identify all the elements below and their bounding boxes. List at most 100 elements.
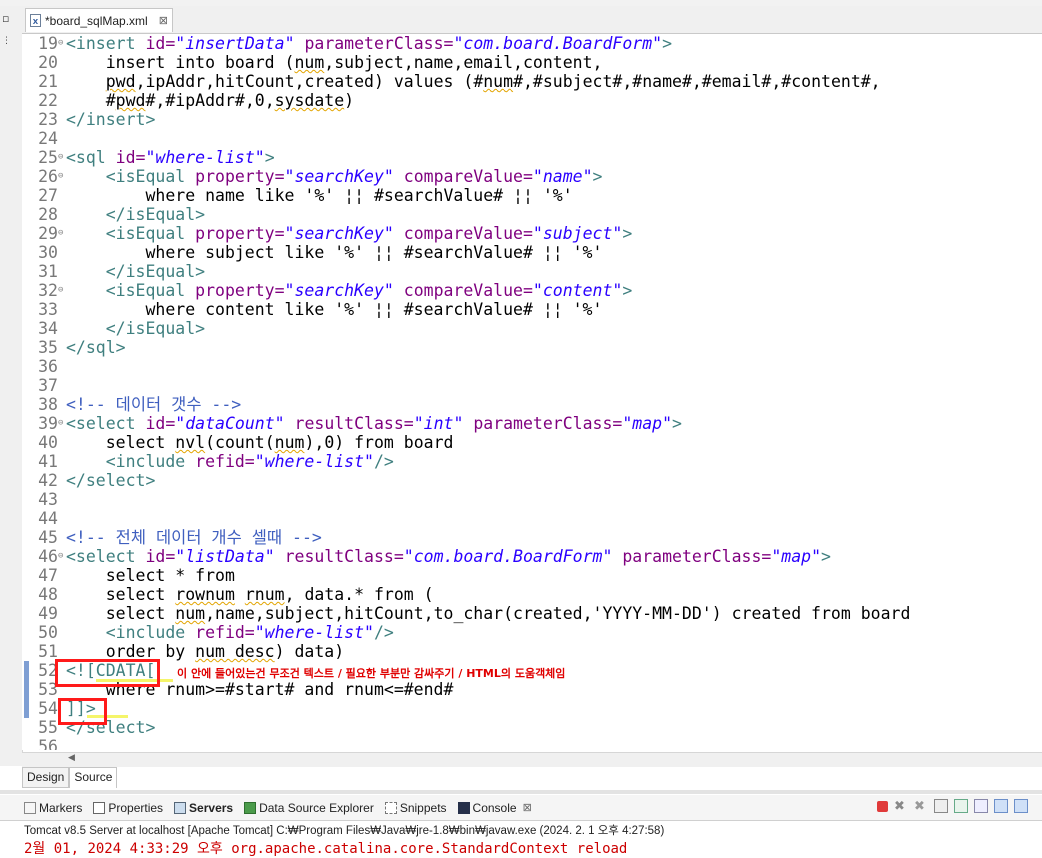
code-line[interactable]: 26⊖ <isEqual property="searchKey" compar… <box>30 167 1042 186</box>
fold-toggle-icon[interactable]: ⊖ <box>58 148 66 167</box>
code-line[interactable]: 23 </insert> <box>30 110 1042 129</box>
code-token: > <box>622 224 633 243</box>
code-line[interactable]: 20 insert into board (num,subject,name,e… <box>30 53 1042 72</box>
clear-console-icon[interactable] <box>934 799 948 813</box>
close-tab-icon[interactable]: ⊠ <box>159 14 168 27</box>
line-number: 31 <box>38 262 58 281</box>
remove-all-icon[interactable]: ✖ <box>914 799 928 814</box>
code-line[interactable]: 50 <include refid="where-list"/> <box>30 623 1042 642</box>
bottom-tab-markers[interactable]: Markers <box>24 801 82 815</box>
show-on-error-icon[interactable] <box>1014 799 1028 813</box>
bottom-tab-data-source-explorer[interactable]: Data Source Explorer <box>244 801 374 815</box>
line-number: 49 <box>38 604 58 623</box>
code-line[interactable]: 27 where name like '%' ¦¦ #searchValue# … <box>30 186 1042 205</box>
code-line[interactable]: 37 <box>30 376 1042 395</box>
fold-toggle-icon[interactable]: ⊖ <box>58 281 66 300</box>
source-tab[interactable]: Source <box>69 767 118 788</box>
code-line[interactable]: 51 order by num desc) data) <box>30 642 1042 661</box>
code-line[interactable]: 29⊖ <isEqual property="searchKey" compar… <box>30 224 1042 243</box>
code-line[interactable]: 56 <box>30 737 1042 750</box>
bottom-tab-label: Markers <box>39 800 83 815</box>
code-token: where name like '%' ¦¦ #searchValue# ¦¦ … <box>66 186 573 205</box>
code-line[interactable]: 24 <box>30 129 1042 148</box>
code-line[interactable]: 31 </isEqual> <box>30 262 1042 281</box>
design-tab[interactable]: Design <box>22 767 70 788</box>
code-line[interactable]: 39⊖ <select id="dataCount" resultClass="i… <box>30 414 1042 433</box>
code-token: > <box>821 547 831 566</box>
code-line[interactable]: 28 </isEqual> <box>30 205 1042 224</box>
line-number: 37 <box>38 376 58 395</box>
code-token: ,name,subject,hitCount,to_char(created,'… <box>205 604 911 623</box>
code-line[interactable]: 25⊖ <sql id="where-list"> <box>30 148 1042 167</box>
properties-icon <box>93 801 106 814</box>
code-line[interactable]: 19⊖ <insert id="insertData" parameterClas… <box>30 34 1042 53</box>
editor-tab[interactable]: X *board_sqlMap.xml ⊠ <box>25 8 173 32</box>
bottom-tab-snippets[interactable]: Snippets <box>384 801 447 815</box>
code-token: num desc <box>195 642 275 661</box>
line-number: 25 <box>38 148 58 167</box>
scroll-left-icon[interactable]: ◀ <box>68 753 75 763</box>
code-token: num <box>274 433 305 452</box>
code-line[interactable]: 38 <!-- 데이터 갯수 --> <box>30 395 1042 414</box>
fold-toggle-icon[interactable]: ⊖ <box>58 34 66 53</box>
code-line[interactable]: 44 <box>30 509 1042 528</box>
line-number: 53 <box>38 680 58 699</box>
code-token: , data.* from ( <box>284 585 434 604</box>
fold-toggle-icon[interactable]: ⊖ <box>58 167 66 186</box>
code-line[interactable]: 34 </isEqual> <box>30 319 1042 338</box>
fold-toggle-icon[interactable]: ⊖ <box>58 547 66 566</box>
code-token: "map" <box>771 547 822 566</box>
bottom-tab-properties[interactable]: Properties <box>93 801 163 815</box>
remove-launch-icon[interactable]: ✖ <box>894 799 908 814</box>
code-line[interactable]: 53 where rnum>=#start# and rnum<=#end# <box>30 680 1042 699</box>
show-on-output-icon[interactable] <box>994 799 1008 813</box>
bottom-tab-label: Console <box>472 800 517 815</box>
word-wrap-icon[interactable] <box>974 799 988 813</box>
code-line[interactable]: 21 pwd,ipAddr,hitCount,created) values (… <box>30 72 1042 91</box>
code-token: </sql> <box>66 338 126 357</box>
code-line[interactable]: 42 </select> <box>30 471 1042 490</box>
line-number: 39 <box>38 414 58 433</box>
view-menu-icon[interactable]: ⋮ <box>2 36 11 46</box>
code-line[interactable]: 45 <!-- 전체 데이터 개수 셀때 --> <box>30 528 1042 547</box>
code-line[interactable]: 47 select * from <box>30 566 1042 585</box>
code-line[interactable]: 32⊖ <isEqual property="searchKey" compar… <box>30 281 1042 300</box>
code-token: #,#subject#,#name#,#email#,#content#, <box>513 72 881 91</box>
code-token: </select> <box>66 471 156 490</box>
bottom-tab-servers[interactable]: Servers <box>174 801 233 815</box>
code-editor[interactable]: 19⊖ <insert id="insertData" parameterClas… <box>22 34 1042 750</box>
close-console-tab-icon[interactable]: ⊠ <box>523 801 532 814</box>
editor-tab-bar: X *board_sqlMap.xml ⊠ <box>22 6 1042 34</box>
code-line[interactable]: 35 </sql> <box>30 338 1042 357</box>
code-line[interactable]: 41 <include refid="where-list"/> <box>30 452 1042 471</box>
code-line[interactable]: 46⊖ <select id="listData" resultClass="co… <box>30 547 1042 566</box>
panel-separator[interactable] <box>0 790 1042 794</box>
code-line[interactable]: 36 <box>30 357 1042 376</box>
code-line[interactable]: 43 <box>30 490 1042 509</box>
code-token: where subject like '%' ¦¦ #searchValue# … <box>66 243 603 262</box>
code-line[interactable]: 55 </select> <box>30 718 1042 737</box>
code-line[interactable]: 54]]> <box>30 699 1042 718</box>
horizontal-scrollbar[interactable]: ◀ <box>22 752 1042 767</box>
code-line[interactable]: 49 select num,name,subject,hitCount,to_c… <box>30 604 1042 623</box>
fold-toggle-icon[interactable]: ⊖ <box>58 414 66 433</box>
code-token: "where-list" <box>254 452 374 471</box>
code-token: sysdate <box>274 91 345 110</box>
code-token: parameterClass= <box>294 34 454 53</box>
terminate-icon[interactable] <box>877 800 888 812</box>
restore-icon[interactable]: ▫ <box>2 12 9 25</box>
line-number: 22 <box>38 91 58 110</box>
console-toolbar: ✖ ✖ <box>877 799 1028 814</box>
code-token: <include <box>66 623 196 642</box>
code-line[interactable]: 22 #pwd#,#ipAddr#,0,sysdate) <box>30 91 1042 110</box>
line-number: 23 <box>38 110 58 129</box>
code-token: parameterClass= <box>612 547 772 566</box>
scroll-lock-icon[interactable] <box>954 799 968 813</box>
code-line[interactable]: 40 select nvl(count(num),0) from board <box>30 433 1042 452</box>
code-line[interactable]: 33 where content like '%' ¦¦ #searchValu… <box>30 300 1042 319</box>
bottom-tab-console[interactable]: Console ⊠ <box>457 800 532 815</box>
line-number: 40 <box>38 433 58 452</box>
code-line[interactable]: 48 select rownum rnum, data.* from ( <box>30 585 1042 604</box>
fold-toggle-icon[interactable]: ⊖ <box>58 224 66 243</box>
code-line[interactable]: 30 where subject like '%' ¦¦ #searchValu… <box>30 243 1042 262</box>
